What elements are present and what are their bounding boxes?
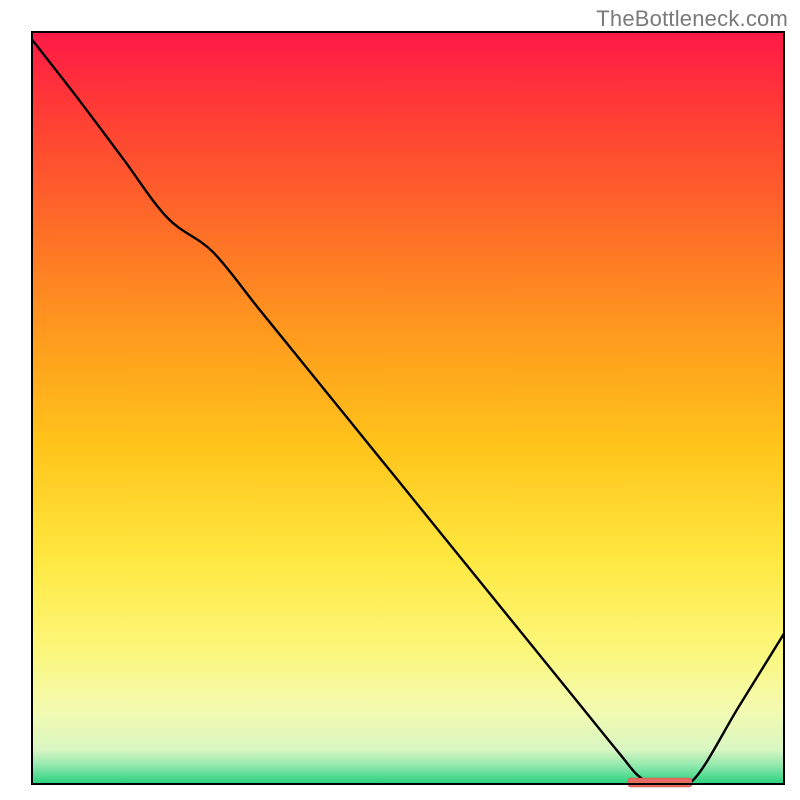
chart-container: TheBottleneck.com [0, 0, 800, 800]
plot-background [32, 32, 784, 784]
attribution-text: TheBottleneck.com [596, 6, 788, 32]
bottleneck-chart [0, 0, 800, 800]
marker-optimum [628, 778, 692, 787]
